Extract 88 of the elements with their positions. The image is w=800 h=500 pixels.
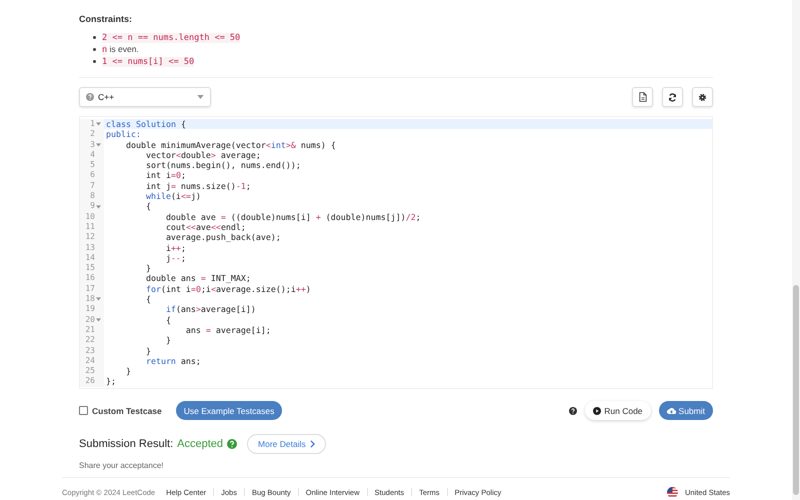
line-number: 12 xyxy=(85,232,95,243)
line-number: 23 xyxy=(85,346,95,356)
line-number: 5 xyxy=(90,160,95,170)
line-number: 19 xyxy=(85,304,95,315)
code-line: cout<<ave<<endl; xyxy=(164,222,247,232)
flag-icon xyxy=(666,486,678,498)
line-number: 8 xyxy=(90,191,95,202)
play-icon xyxy=(593,406,602,415)
bullet-icon xyxy=(93,48,96,50)
line-number: 18 xyxy=(85,294,95,304)
line-number: 17 xyxy=(85,284,95,294)
language-select[interactable]: C++ xyxy=(79,87,211,107)
line-number: 25 xyxy=(85,366,95,376)
line-number: 20 xyxy=(85,314,95,325)
scrollbar[interactable] xyxy=(792,0,800,500)
code-line: ans = average[i]; xyxy=(184,324,272,336)
fold-icon[interactable] xyxy=(96,122,101,126)
code-editor[interactable] xyxy=(79,116,713,389)
fold-icon[interactable] xyxy=(96,318,101,322)
line-number: 6 xyxy=(90,170,95,181)
line-number: 14 xyxy=(85,252,95,264)
bullet-icon xyxy=(93,36,96,38)
bullet-icon xyxy=(93,60,96,62)
custom-testcase-label[interactable]: Custom Testcase xyxy=(92,406,162,416)
chevron-right-icon xyxy=(310,440,315,448)
code-line: public: xyxy=(105,129,142,140)
custom-testcase-checkbox[interactable] xyxy=(79,406,88,416)
code-line: } xyxy=(144,263,152,274)
line-number: 13 xyxy=(85,242,95,253)
code-line: sort(nums.begin(), nums.end()); xyxy=(144,160,302,170)
refresh-icon xyxy=(668,92,677,102)
constraints-heading: Constraints: xyxy=(79,14,134,24)
line-number: 2 xyxy=(90,129,95,140)
file-button[interactable] xyxy=(632,87,653,107)
cloud-upload-icon xyxy=(666,406,676,415)
code-line: vector<double> average; xyxy=(144,150,261,160)
caret-icon xyxy=(197,95,204,99)
line-number: 1 xyxy=(90,119,95,130)
constraint-text: n is even. xyxy=(102,44,139,54)
line-number: 22 xyxy=(85,335,95,346)
code-line: average.push_back(ave); xyxy=(164,232,282,243)
code-line: j--; xyxy=(164,252,187,264)
line-number: 15 xyxy=(85,263,95,274)
refresh-button[interactable] xyxy=(662,87,683,107)
code-line: double ave = ((double)nums[i] + (double)nums[j])/2; xyxy=(164,212,422,222)
code-line: for(int i=0;i<average.size();i++) xyxy=(144,284,312,294)
code-line: i++; xyxy=(164,242,187,253)
submit-button[interactable]: Submit xyxy=(658,401,713,420)
line-number: 11 xyxy=(85,222,95,232)
more-details-button[interactable]: More Details xyxy=(247,434,326,454)
line-number: 9 xyxy=(90,201,95,212)
settings-button[interactable] xyxy=(692,87,713,107)
result-label: Submission Result: xyxy=(79,438,174,450)
code-line: }; xyxy=(105,376,117,387)
code-line: int i=0; xyxy=(144,170,187,181)
line-number: 24 xyxy=(85,356,95,366)
help-icon[interactable] xyxy=(569,406,578,415)
line-number: 26 xyxy=(85,376,95,387)
help-icon xyxy=(86,93,94,101)
file-icon xyxy=(638,92,646,102)
constraint-text: 1 <= nums[i] <= 50 xyxy=(102,56,194,66)
code-line: int j= nums.size()-1; xyxy=(144,180,252,192)
fold-icon[interactable] xyxy=(96,204,101,209)
line-number: 10 xyxy=(85,212,95,222)
line-number: 3 xyxy=(90,140,95,150)
code-line: } xyxy=(164,335,172,346)
result-status: Accepted xyxy=(177,438,224,450)
code-line: double minimumAverage(vector<int>& nums) { xyxy=(124,140,337,150)
code-line: } xyxy=(124,366,132,376)
code-line: double ans = INT_MAX; xyxy=(144,273,252,284)
code-line: } xyxy=(144,346,152,356)
fold-icon[interactable] xyxy=(96,142,101,147)
line-number: 7 xyxy=(90,180,95,192)
fold-icon[interactable] xyxy=(96,297,101,302)
code-line: { xyxy=(144,294,152,304)
share-text: Share your acceptance! xyxy=(79,460,164,470)
settings-icon xyxy=(698,92,707,102)
code-line: if(ans>average[i]) xyxy=(164,304,257,315)
code-line: return ans; xyxy=(144,356,202,366)
constraint-text: 2 <= n == nums.length <= 50 xyxy=(102,32,240,42)
run-code-button[interactable]: Run Code xyxy=(585,401,651,420)
line-number: 16 xyxy=(85,273,95,284)
code-line: { xyxy=(164,314,172,325)
code-line: { xyxy=(144,201,152,212)
line-number: 21 xyxy=(85,324,95,336)
code-line: while(i<=j) xyxy=(144,191,202,202)
line-number: 4 xyxy=(90,150,95,160)
example-testcases-button[interactable]: Use Example Testcases xyxy=(176,401,282,420)
